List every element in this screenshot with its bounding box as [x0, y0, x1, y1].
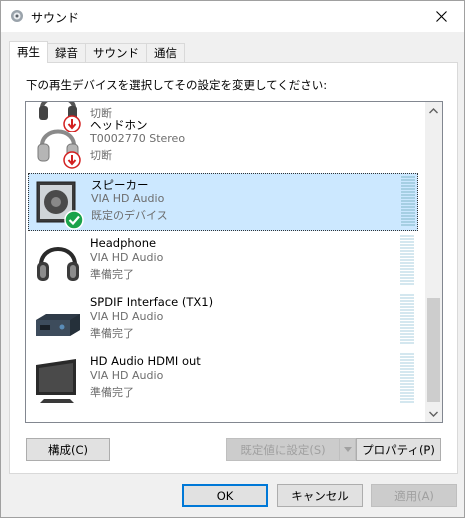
device-item-headphone[interactable]: Headphone VIA HD Audio 準備完了 — [28, 233, 418, 291]
chevron-down-icon — [343, 447, 352, 452]
device-status: 切断 — [90, 149, 112, 162]
chevron-down-icon — [429, 411, 438, 417]
device-driver: VIA HD Audio — [90, 369, 164, 382]
headphones-icon — [37, 247, 79, 281]
tab-recording[interactable]: 録音 — [47, 43, 86, 63]
close-button[interactable] — [419, 1, 464, 32]
tab-communications[interactable]: 通信 — [146, 43, 185, 63]
cancel-button[interactable]: キャンセル — [277, 484, 363, 507]
scroll-thumb[interactable] — [427, 298, 440, 402]
tab-sounds[interactable]: サウンド — [85, 43, 147, 63]
title-bar[interactable]: サウンド — [1, 1, 464, 32]
chevron-up-icon — [429, 107, 438, 113]
instruction-text: 下の再生デバイスを選択してその設定を変更してください: — [26, 78, 328, 92]
device-driver: VIA HD Audio — [91, 192, 165, 205]
device-list[interactable]: 切断 ヘッドホン T0002770 Stereo 切断 スピーカー VIA HD… — [25, 101, 443, 423]
speaker-icon — [11, 10, 23, 22]
device-status: 準備完了 — [90, 386, 134, 399]
device-status: 既定のデバイス — [91, 209, 168, 222]
device-item-spdif[interactable]: SPDIF Interface (TX1) VIA HD Audio 準備完了 — [28, 292, 418, 350]
playback-panel: 下の再生デバイスを選択してその設定を変更してください: 切断 ヘッドホン T00… — [9, 62, 458, 474]
scroll-down-button[interactable] — [425, 405, 442, 422]
device-driver: VIA HD Audio — [90, 251, 164, 264]
list-scrollbar[interactable] — [425, 102, 442, 422]
device-item-speaker[interactable]: スピーカー VIA HD Audio 既定のデバイス — [28, 173, 418, 231]
set-default-button[interactable]: 既定値に設定(S) — [226, 438, 340, 461]
device-name: Headphone — [90, 236, 157, 250]
device-status: 準備完了 — [90, 268, 134, 281]
volume-meter — [400, 235, 414, 287]
device-status: 準備完了 — [90, 327, 134, 340]
headphones-disconnected-icon — [37, 129, 81, 169]
configure-button[interactable]: 構成(C) — [26, 438, 110, 461]
volume-meter — [400, 294, 414, 346]
monitor-icon — [36, 359, 76, 403]
device-name: HD Audio HDMI out — [90, 354, 201, 368]
device-driver: T0002770 Stereo — [90, 132, 186, 145]
device-name: スピーカー — [91, 178, 149, 192]
volume-meter — [401, 176, 415, 228]
device-item-hdmi[interactable]: HD Audio HDMI out VIA HD Audio 準備完了 — [28, 351, 418, 409]
device-name: SPDIF Interface (TX1) — [90, 295, 214, 309]
device-name: ヘッドホン — [90, 118, 148, 132]
tab-strip: 再生 録音 サウンド 通信 — [9, 41, 185, 63]
window-title: サウンド — [31, 11, 80, 25]
device-driver: VIA HD Audio — [90, 310, 164, 323]
properties-button[interactable]: プロパティ(P) — [356, 438, 441, 461]
spdif-device-icon — [36, 314, 80, 336]
tab-playback[interactable]: 再生 — [9, 41, 48, 63]
ok-button[interactable]: OK — [182, 484, 268, 507]
sound-dialog: サウンド 再生 録音 サウンド 通信 下の再生デバイスを選択してその設定を変更し… — [0, 0, 465, 518]
close-icon — [436, 11, 447, 22]
apply-button[interactable]: 適用(A) — [371, 484, 457, 507]
scroll-up-button[interactable] — [425, 102, 442, 119]
volume-meter — [400, 353, 414, 405]
set-default-dropdown[interactable] — [339, 438, 356, 461]
device-item-headphones-bt[interactable]: ヘッドホン T0002770 Stereo 切断 — [28, 114, 418, 172]
speaker-default-icon — [36, 181, 84, 230]
